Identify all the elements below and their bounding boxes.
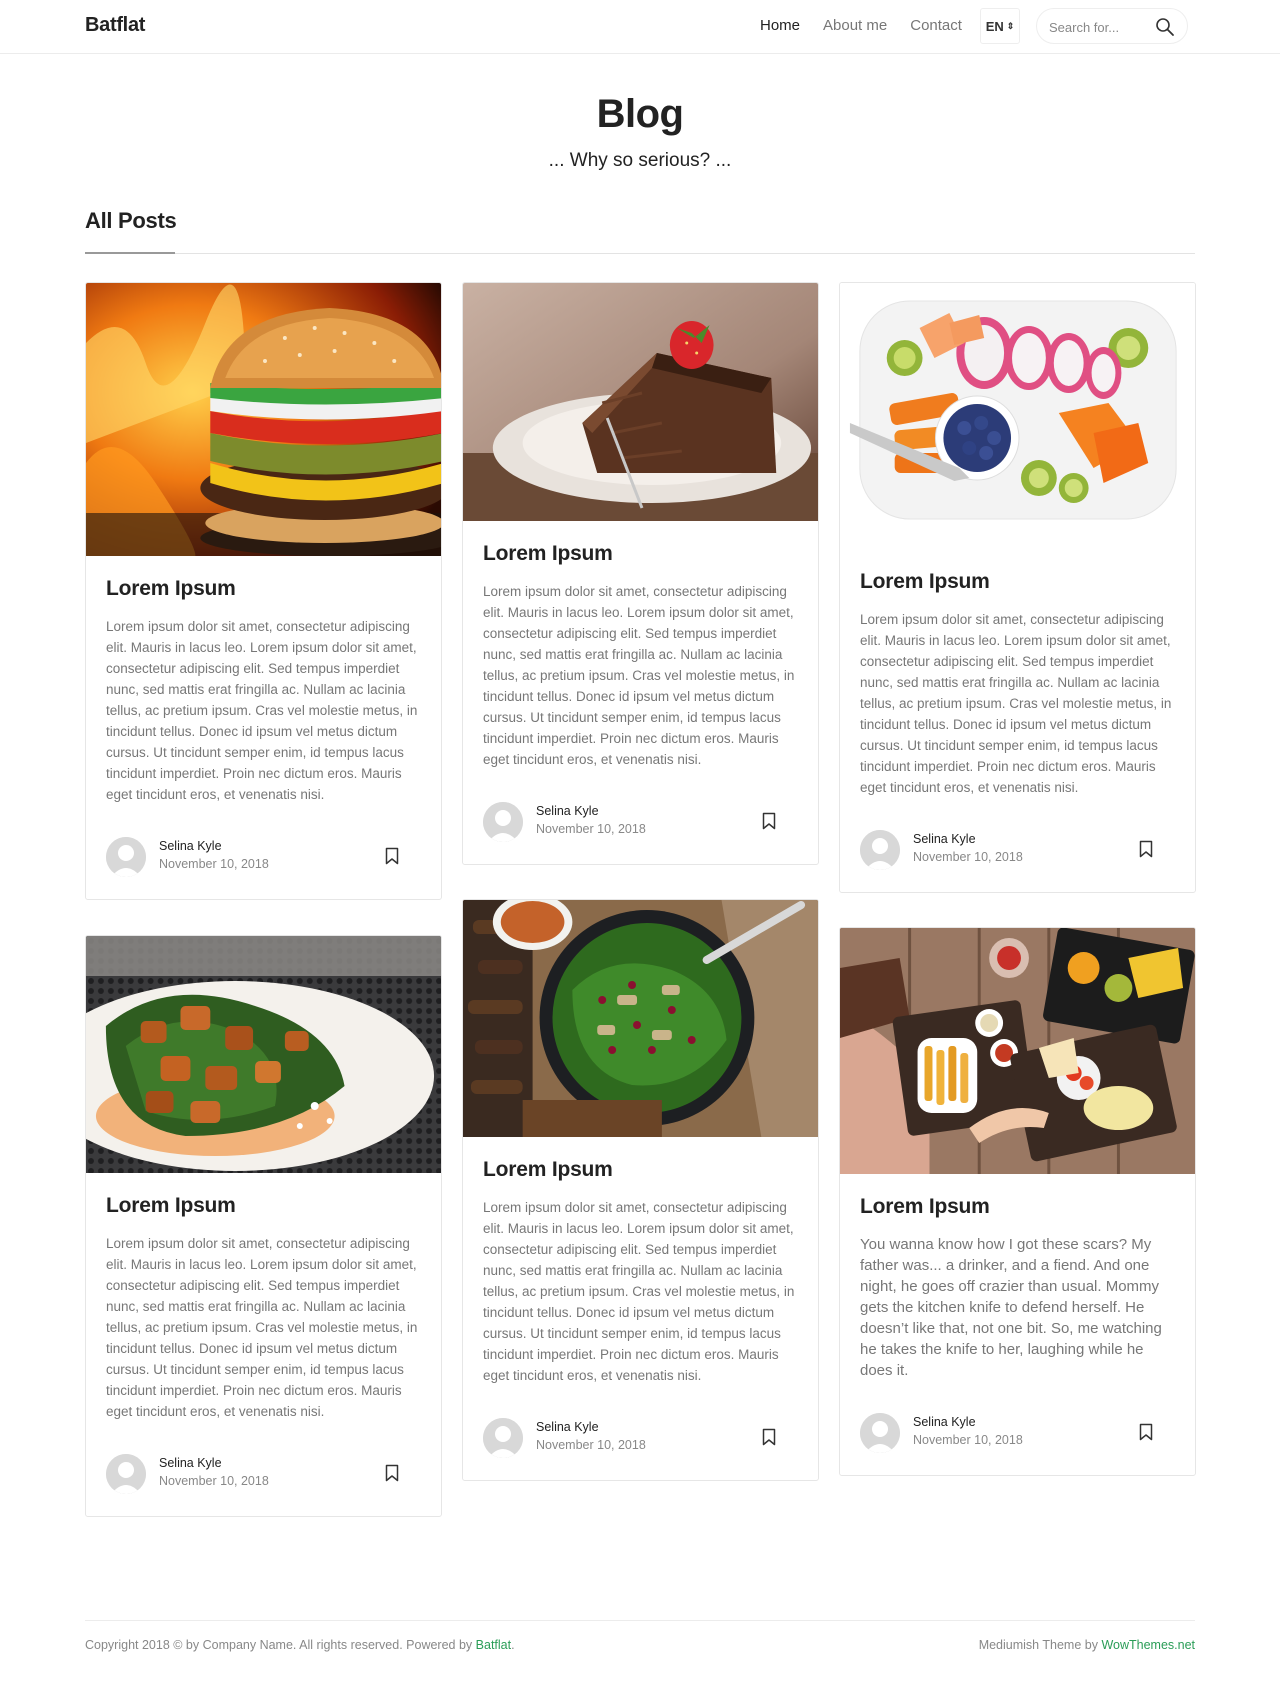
post-image-table[interactable]	[840, 928, 1195, 1174]
nav-link-contact[interactable]: Contact	[910, 17, 962, 34]
post-meta: Selina Kyle November 10, 2018	[483, 1416, 798, 1458]
post-card[interactable]: Lorem Ipsum You wanna know how I got the…	[839, 927, 1196, 1476]
post-body: Lorem Ipsum Lorem ipsum dolor sit amet, …	[86, 556, 441, 877]
sort-caret-icon: ⇕	[1006, 20, 1015, 31]
powered-by-link[interactable]: Batflat	[476, 1638, 511, 1652]
post-author[interactable]: Selina Kyle	[913, 1415, 976, 1429]
language-selector[interactable]: EN ⇕	[980, 8, 1020, 44]
avatar[interactable]	[483, 802, 523, 842]
post-card[interactable]: Lorem Ipsum Lorem ipsum dolor sit amet, …	[462, 899, 819, 1481]
bookmark-icon[interactable]	[385, 847, 399, 865]
section-divider-accent	[85, 252, 175, 254]
brand-logo[interactable]: Batflat	[85, 14, 145, 37]
post-body: Lorem Ipsum You wanna know how I got the…	[840, 1174, 1195, 1453]
nav-link-about[interactable]: About me	[823, 17, 887, 34]
avatar[interactable]	[860, 1413, 900, 1453]
nav-link-home[interactable]: Home	[760, 17, 800, 34]
bookmark-icon[interactable]	[762, 1428, 776, 1446]
post-image-fruit[interactable]	[840, 283, 1195, 549]
post-date: November 10, 2018	[913, 850, 1023, 864]
search-icon[interactable]	[1155, 17, 1175, 37]
user-avatar-icon	[106, 1454, 146, 1494]
navbar: Batflat Home About me Contact EN ⇕	[0, 0, 1280, 54]
fruit-platter-photo	[840, 283, 1195, 549]
post-author[interactable]: Selina Kyle	[159, 1456, 222, 1470]
post-card[interactable]: Lorem Ipsum Lorem ipsum dolor sit amet, …	[85, 935, 442, 1517]
post-excerpt: Lorem ipsum dolor sit amet, consectetur …	[106, 1236, 418, 1419]
post-author[interactable]: Selina Kyle	[913, 832, 976, 846]
post-date: November 10, 2018	[536, 1438, 646, 1452]
footer-theme-credit: Mediumish Theme by WowThemes.net	[979, 1638, 1195, 1652]
avatar[interactable]	[483, 1418, 523, 1458]
chocolate-cake-photo	[463, 283, 818, 521]
post-image-salad[interactable]	[463, 900, 818, 1137]
post-title[interactable]: Lorem Ipsum	[860, 1194, 1175, 1220]
post-title[interactable]: Lorem Ipsum	[483, 541, 798, 567]
burger-photo	[86, 283, 441, 556]
post-excerpt: Lorem ipsum dolor sit amet, consectetur …	[860, 612, 1172, 795]
post-date: November 10, 2018	[159, 857, 269, 871]
theme-credit-text: Mediumish Theme by	[978, 1638, 1102, 1652]
bookmark-icon[interactable]	[1139, 840, 1153, 858]
bookmark-icon[interactable]	[762, 812, 776, 830]
post-image-chicken[interactable]	[86, 936, 441, 1173]
post-excerpt: You wanna know how I got these scars? My…	[860, 1236, 1162, 1379]
chicken-salad-photo	[86, 936, 441, 1173]
page-title: Blog	[596, 92, 684, 136]
user-avatar-icon	[106, 837, 146, 877]
user-avatar-icon	[483, 1418, 523, 1458]
post-meta: Selina Kyle November 10, 2018	[860, 1411, 1175, 1453]
post-image-burger[interactable]	[86, 283, 441, 556]
post-card[interactable]: Lorem Ipsum Lorem ipsum dolor sit amet, …	[462, 282, 819, 865]
avatar[interactable]	[106, 837, 146, 877]
post-title[interactable]: Lorem Ipsum	[106, 576, 421, 602]
footer-divider	[85, 1620, 1195, 1621]
user-avatar-icon	[860, 830, 900, 870]
post-author[interactable]: Selina Kyle	[159, 839, 222, 853]
post-date: November 10, 2018	[536, 822, 646, 836]
post-body: Lorem Ipsum Lorem ipsum dolor sit amet, …	[86, 1173, 441, 1494]
post-body: Lorem Ipsum Lorem ipsum dolor sit amet, …	[463, 1137, 818, 1458]
post-meta: Selina Kyle November 10, 2018	[106, 1452, 421, 1494]
post-meta: Selina Kyle November 10, 2018	[860, 828, 1175, 870]
avatar[interactable]	[106, 1454, 146, 1494]
post-meta: Selina Kyle November 10, 2018	[483, 800, 798, 842]
post-card[interactable]: Lorem Ipsum Lorem ipsum dolor sit amet, …	[85, 282, 442, 900]
post-excerpt: Lorem ipsum dolor sit amet, consectetur …	[483, 584, 795, 767]
user-avatar-icon	[483, 802, 523, 842]
post-excerpt: Lorem ipsum dolor sit amet, consectetur …	[483, 1200, 795, 1383]
post-title[interactable]: Lorem Ipsum	[106, 1193, 421, 1219]
language-value: EN	[985, 18, 1004, 34]
post-body: Lorem Ipsum Lorem ipsum dolor sit amet, …	[840, 549, 1195, 870]
post-title[interactable]: Lorem Ipsum	[483, 1157, 798, 1183]
post-date: November 10, 2018	[159, 1474, 269, 1488]
copyright-period: .	[511, 1638, 515, 1652]
post-excerpt: Lorem ipsum dolor sit amet, consectetur …	[106, 619, 418, 802]
post-author[interactable]: Selina Kyle	[536, 804, 599, 818]
theme-author-link[interactable]: WowThemes.net	[1101, 1638, 1195, 1652]
post-body: Lorem Ipsum Lorem ipsum dolor sit amet, …	[463, 521, 818, 842]
page-subtitle: ... Why so serious? ...	[548, 150, 732, 171]
post-card[interactable]: Lorem Ipsum Lorem ipsum dolor sit amet, …	[839, 282, 1196, 893]
post-author[interactable]: Selina Kyle	[536, 1420, 599, 1434]
search-input[interactable]	[1049, 17, 1159, 37]
bookmark-icon[interactable]	[385, 1464, 399, 1482]
nav-links: Home About me Contact	[760, 17, 985, 34]
post-meta: Selina Kyle November 10, 2018	[106, 835, 421, 877]
section-divider	[85, 253, 1195, 254]
table-food-photo	[840, 928, 1195, 1174]
user-avatar-icon	[860, 1413, 900, 1453]
bookmark-icon[interactable]	[1139, 1423, 1153, 1441]
post-date: November 10, 2018	[913, 1433, 1023, 1447]
copyright-text: Copyright 2018 © by Company Name. All ri…	[85, 1638, 476, 1652]
search-box	[1036, 8, 1188, 44]
spinach-salad-photo	[463, 900, 818, 1137]
avatar[interactable]	[860, 830, 900, 870]
post-title[interactable]: Lorem Ipsum	[860, 569, 1175, 595]
footer-copyright: Copyright 2018 © by Company Name. All ri…	[85, 1638, 515, 1652]
section-title: All Posts	[85, 208, 177, 233]
post-image-cake[interactable]	[463, 283, 818, 521]
